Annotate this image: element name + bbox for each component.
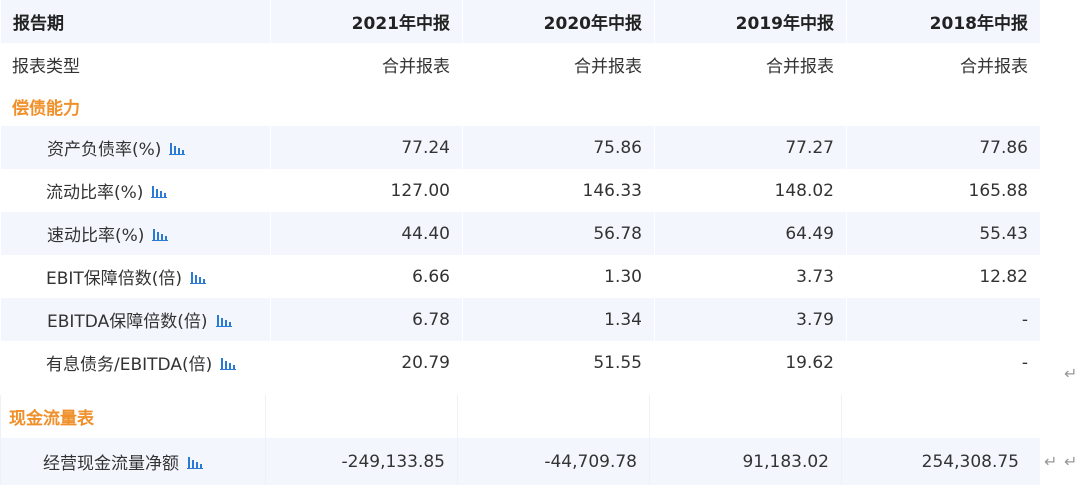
report-type-row: 报表类型 合并报表 合并报表 合并报表 合并报表 xyxy=(0,43,1040,86)
value-cell: 77.27 xyxy=(654,126,846,169)
cashflow-table: 现金流量表 经营现金流量净额 -249,133.85 -44,709.78 91… xyxy=(0,395,1040,485)
value-cell: 146.33 xyxy=(582,180,642,201)
section-cashflow: 现金流量表 xyxy=(0,395,1040,438)
value-cell: - xyxy=(846,298,1040,341)
row-label: 有息债务/EBITDA(倍) xyxy=(46,355,213,375)
value-cell: 6.78 xyxy=(270,298,462,341)
value-cell: 6.66 xyxy=(412,266,450,287)
row-label: 流动比率(%) xyxy=(46,183,144,203)
value-cell: 77.86 xyxy=(846,126,1040,169)
value-cell: 1.30 xyxy=(604,266,642,287)
row-label: EBIT保障倍数(倍) xyxy=(46,269,183,289)
bar-chart-icon[interactable] xyxy=(190,270,207,284)
table-row: 经营现金流量净额 -249,133.85 -44,709.78 91,183.0… xyxy=(0,438,1040,485)
bar-chart-icon[interactable] xyxy=(220,356,237,370)
value-cell: 44.40 xyxy=(270,212,462,255)
value-cell: 254,308.75 xyxy=(841,438,1033,485)
report-type-label: 报表类型 xyxy=(12,57,80,77)
value-cell: 75.86 xyxy=(462,126,654,169)
period-header: 2018年中报 xyxy=(846,0,1040,43)
return-symbol: ↵ xyxy=(1064,452,1078,471)
bar-chart-icon[interactable] xyxy=(151,184,168,198)
return-symbol: ↵ xyxy=(1064,364,1078,383)
row-label: 速动比率(%) xyxy=(47,226,145,246)
table-row: EBIT保障倍数(倍) 6.66 1.30 3.73 12.82 xyxy=(0,255,1040,298)
row-label: EBITDA保障倍数(倍) xyxy=(47,312,208,332)
value-cell: 64.49 xyxy=(654,212,846,255)
value-cell: 51.55 xyxy=(593,352,642,373)
row-label: 经营现金流量净额 xyxy=(43,454,179,474)
financial-table: 报告期 2021年中报 2020年中报 2019年中报 2018年中报 报表类型… xyxy=(0,0,1040,384)
section-title: 现金流量表 xyxy=(0,395,265,438)
bar-chart-icon[interactable] xyxy=(152,227,169,241)
value-cell: 127.00 xyxy=(390,180,450,201)
bar-chart-icon[interactable] xyxy=(169,141,186,155)
report-type-value: 合并报表 xyxy=(960,57,1028,77)
table-row: 速动比率(%) 44.40 56.78 64.49 55.43 xyxy=(0,212,1040,255)
table-row: EBITDA保障倍数(倍) 6.78 1.34 3.79 - xyxy=(0,298,1040,341)
value-cell: 56.78 xyxy=(462,212,654,255)
table-row: 有息债务/EBITDA(倍) 20.79 51.55 19.62 - xyxy=(0,341,1040,384)
period-header: 2020年中报 xyxy=(462,0,654,43)
value-cell: 55.43 xyxy=(846,212,1040,255)
value-cell: 20.79 xyxy=(401,352,450,373)
value-cell: 1.34 xyxy=(462,298,654,341)
report-type-value: 合并报表 xyxy=(574,57,642,77)
value-cell: 77.24 xyxy=(270,126,462,169)
return-symbol: ↵ xyxy=(1044,452,1058,471)
value-cell: 165.88 xyxy=(968,180,1028,201)
value-cell: 91,183.02 xyxy=(649,438,841,485)
value-cell: - xyxy=(1021,352,1028,373)
section-solvency: 偿债能力 xyxy=(0,86,1040,126)
value-cell: 19.62 xyxy=(785,352,834,373)
value-cell: -249,133.85 xyxy=(265,438,457,485)
period-header: 2021年中报 xyxy=(270,0,462,43)
table-row: 资产负债率(%) 77.24 75.86 77.27 77.86 xyxy=(0,126,1040,169)
row-label: 资产负债率(%) xyxy=(47,140,162,160)
header-label: 报告期 xyxy=(0,0,270,43)
report-type-value: 合并报表 xyxy=(766,57,834,77)
value-cell: 3.73 xyxy=(796,266,834,287)
bar-chart-icon[interactable] xyxy=(187,455,203,469)
bar-chart-icon[interactable] xyxy=(215,313,232,327)
section-title: 偿债能力 xyxy=(12,98,80,119)
table-row: 流动比率(%) 127.00 146.33 148.02 165.88 xyxy=(0,169,1040,212)
period-header: 2019年中报 xyxy=(654,0,846,43)
table-header-row: 报告期 2021年中报 2020年中报 2019年中报 2018年中报 xyxy=(0,0,1040,43)
value-cell: 12.82 xyxy=(979,266,1028,287)
value-cell: 3.79 xyxy=(654,298,846,341)
report-type-value: 合并报表 xyxy=(382,57,450,77)
value-cell: 148.02 xyxy=(774,180,834,201)
value-cell: -44,709.78 xyxy=(457,438,649,485)
